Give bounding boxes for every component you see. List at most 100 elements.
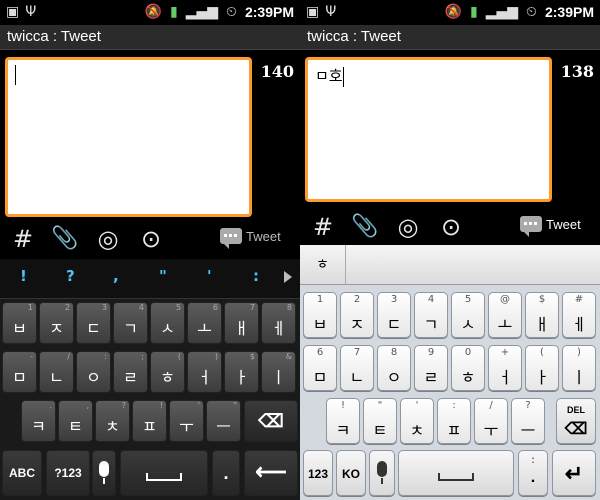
backspace-key[interactable]: ⌫ xyxy=(244,400,298,442)
punctuation-key[interactable]: : . xyxy=(518,450,548,496)
tweet-input[interactable]: ㅁ호 xyxy=(305,57,552,202)
key-primary-label: ㅔ xyxy=(271,319,286,338)
key-ㅍ[interactable]: ! ㅍ xyxy=(132,400,167,442)
key-ㅐ[interactable]: 7ㅐ xyxy=(224,302,259,344)
key-primary-label: ㅗ xyxy=(497,315,513,334)
key-ㅔ[interactable]: 8ㅔ xyxy=(261,302,296,344)
hashtag-button[interactable]: # xyxy=(8,222,38,256)
location-icon[interactable]: ◎ xyxy=(393,210,423,244)
tweet-button[interactable]: Tweet xyxy=(220,228,281,249)
space-key[interactable] xyxy=(398,450,514,496)
key-ㅣ[interactable]: ) ㅣ xyxy=(562,345,596,391)
dropdown-icon[interactable]: ⊙ xyxy=(436,210,466,244)
key-secondary-label: , xyxy=(86,401,89,410)
key-ㅎ[interactable]: 0ㅎ xyxy=(451,345,485,391)
more-arrow-icon[interactable] xyxy=(284,271,292,283)
voice-key[interactable] xyxy=(92,450,116,496)
period-key[interactable]: . xyxy=(212,450,240,496)
key-ㅋ[interactable]: .ㅋ xyxy=(21,400,56,442)
key-primary-label: ㅜ xyxy=(483,421,499,440)
language-key[interactable]: KO xyxy=(336,450,366,496)
tweet-button[interactable]: Tweet xyxy=(520,216,581,237)
key-ㄴ[interactable]: 7ㄴ xyxy=(340,345,374,391)
status-time: 2:39PM xyxy=(244,4,294,20)
key-secondary-label: + xyxy=(500,347,510,358)
num-key[interactable]: 123 xyxy=(303,450,333,496)
dropdown-icon[interactable]: ⊙ xyxy=(136,222,166,256)
key-primary-label: ㅓ xyxy=(497,368,513,387)
key-ㄴ[interactable]: / ㄴ xyxy=(39,351,74,393)
key-ㅇ[interactable]: 8ㅇ xyxy=(377,345,411,391)
speech-bubble-icon xyxy=(220,228,242,249)
key-ㄹ[interactable]: 9ㄹ xyxy=(414,345,448,391)
key-secondary-label: 5 xyxy=(464,294,472,305)
key-ㅊ[interactable]: ? ㅊ xyxy=(95,400,130,442)
abc-key[interactable]: ABC xyxy=(2,450,42,496)
key-ㅜ[interactable]: / ㅜ xyxy=(474,398,508,444)
key-ㅡ[interactable]: " ㅡ xyxy=(206,400,241,442)
key-ㅗ[interactable]: @ ㅗ xyxy=(488,292,522,338)
key-ㅐ[interactable]: $ ㅐ xyxy=(525,292,559,338)
key-ㅈ[interactable]: 2ㅈ xyxy=(39,302,74,344)
voice-key[interactable] xyxy=(369,450,395,496)
suggestion-item[interactable]: , xyxy=(113,267,119,285)
key-secondary-label: 6 xyxy=(316,347,324,358)
toolbar: # 📎 ◎ ⊙ Tweet xyxy=(0,222,300,256)
key-ㅅ[interactable]: 5ㅅ xyxy=(451,292,485,338)
enter-key[interactable]: ⟵ xyxy=(244,450,298,496)
key-ㅌ[interactable]: ,ㅌ xyxy=(58,400,93,442)
key-ㅣ[interactable]: & ㅣ xyxy=(261,351,296,393)
key-ㅏ[interactable]: (ㅏ xyxy=(525,345,559,391)
key-ㅌ[interactable]: " ㅌ xyxy=(363,398,397,444)
key-ㅇ[interactable]: :ㅇ xyxy=(76,351,111,393)
key-ㅡ[interactable]: ? ㅡ xyxy=(511,398,545,444)
android-icon: ▣ xyxy=(6,4,20,20)
key-primary-label: ㅋ xyxy=(31,417,46,436)
key-secondary-label: 7 xyxy=(249,303,255,312)
delete-key[interactable]: DEL ⌫ xyxy=(556,398,596,444)
key-ㅁ[interactable]: 6ㅁ xyxy=(303,345,337,391)
key-ㅍ[interactable]: :ㅍ xyxy=(437,398,471,444)
candidate-word[interactable]: ㅎ xyxy=(300,245,346,285)
battery-charge-icon: ▮ xyxy=(170,4,178,20)
space-key[interactable] xyxy=(120,450,208,496)
suggestion-item[interactable]: ' xyxy=(207,267,212,285)
suggestion-item[interactable]: " xyxy=(159,267,167,285)
key-ㄷ[interactable]: 3ㄷ xyxy=(76,302,111,344)
key-ㅈ[interactable]: 2ㅈ xyxy=(340,292,374,338)
location-icon[interactable]: ◎ xyxy=(93,222,123,256)
tweet-input[interactable] xyxy=(5,57,252,217)
suggestion-item[interactable]: ! xyxy=(20,267,27,285)
paperclip-icon[interactable]: 📎 xyxy=(350,210,380,244)
key-primary-label: ㅜ xyxy=(179,417,194,436)
key-ㅗ[interactable]: 6ㅗ xyxy=(187,302,222,344)
key-ㅎ[interactable]: (ㅎ xyxy=(150,351,185,393)
key-ㅔ[interactable]: # ㅔ xyxy=(562,292,596,338)
enter-key[interactable]: ↵ xyxy=(552,450,596,496)
key-ㄷ[interactable]: 3ㄷ xyxy=(377,292,411,338)
key-ㅂ[interactable]: 1ㅂ xyxy=(2,302,37,344)
key-secondary-label: 9 xyxy=(427,347,435,358)
key-secondary-label: ( xyxy=(177,352,181,361)
paperclip-icon[interactable]: 📎 xyxy=(50,222,80,256)
key-ㅊ[interactable]: ' ㅊ xyxy=(400,398,434,444)
key-primary-label: ㅊ xyxy=(105,417,120,436)
key-primary-label: ㅎ xyxy=(160,368,175,387)
toolbar: # 📎 ◎ ⊙ Tweet xyxy=(300,210,600,244)
key-ㅂ[interactable]: 1ㅂ xyxy=(303,292,337,338)
num-key[interactable]: ?123 xyxy=(46,450,90,496)
key-ㅏ[interactable]: $ ㅏ xyxy=(224,351,259,393)
key-ㅁ[interactable]: -ㅁ xyxy=(2,351,37,393)
key-ㄹ[interactable]: ; ㄹ xyxy=(113,351,148,393)
suggestion-item[interactable]: : xyxy=(253,267,259,285)
key-ㅓ[interactable]: ) ㅓ xyxy=(187,351,222,393)
key-ㅋ[interactable]: ! ㅋ xyxy=(326,398,360,444)
delete-label: DEL xyxy=(567,405,585,415)
suggestion-item[interactable]: ? xyxy=(66,267,75,285)
key-ㄱ[interactable]: 4ㄱ xyxy=(414,292,448,338)
key-ㄱ[interactable]: 4ㄱ xyxy=(113,302,148,344)
key-ㅓ[interactable]: + ㅓ xyxy=(488,345,522,391)
key-ㅅ[interactable]: 5ㅅ xyxy=(150,302,185,344)
hashtag-button[interactable]: # xyxy=(308,210,338,244)
key-ㅜ[interactable]: ' ㅜ xyxy=(169,400,204,442)
